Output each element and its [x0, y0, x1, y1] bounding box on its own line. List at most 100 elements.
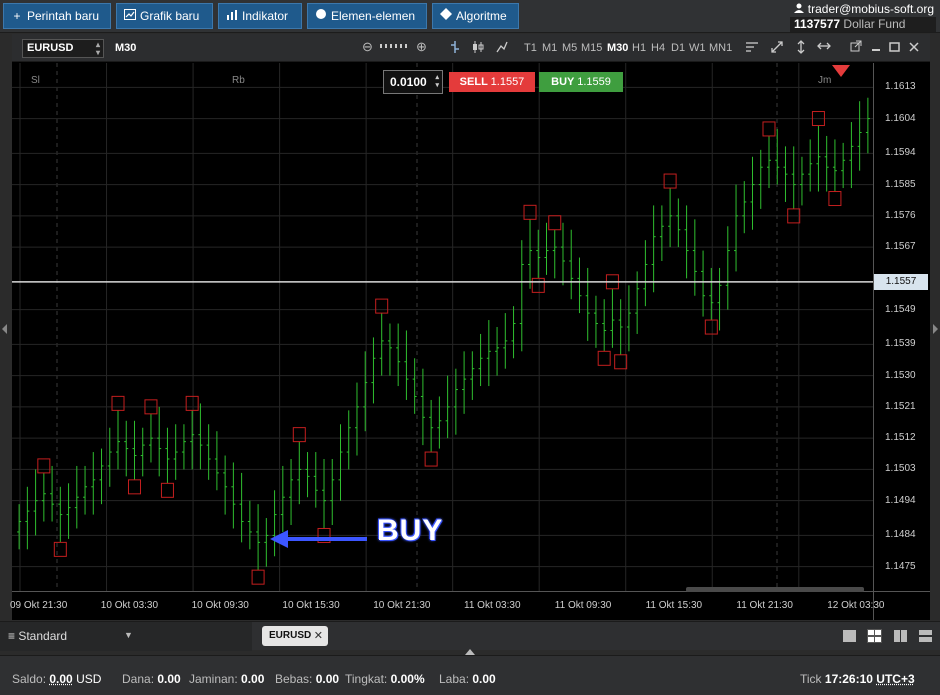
lot-size-input[interactable]: 0.0100 ▴ ▾	[383, 70, 443, 94]
user-email: trader@mobius-soft.org	[807, 2, 934, 16]
price-tick: 1.1567	[885, 241, 916, 253]
time-tick: 09 Okt 21:30	[10, 600, 68, 611]
buy-annotation: BUY	[377, 514, 444, 547]
fractal-low-marker	[160, 482, 174, 498]
spinner-icon[interactable]: ▴ ▾	[435, 74, 439, 90]
timeframe-m15[interactable]: M15	[581, 42, 602, 54]
timeframe-h4[interactable]: H4	[651, 42, 665, 54]
fractal-low-marker	[424, 451, 438, 467]
close-tab-icon[interactable]: ✕	[314, 626, 323, 646]
bar-type-icon[interactable]	[450, 40, 460, 57]
new-chart-button[interactable]: Grafik baru	[116, 3, 213, 29]
elements-button[interactable]: Elemen-elemen	[307, 3, 427, 29]
laba-value: 0.00	[472, 672, 496, 686]
maximize-icon[interactable]	[889, 40, 900, 55]
fractal-high-marker	[523, 204, 537, 220]
collapse-right-icon[interactable]	[933, 324, 938, 334]
tab-eurusd[interactable]: EURUSD ✕	[262, 626, 328, 646]
timeframe-m1[interactable]: M1	[542, 42, 557, 54]
clock-stat: Tick 17:26:10 UTC+3	[800, 672, 915, 686]
diamond-icon	[439, 4, 453, 28]
chart-icon	[123, 4, 137, 28]
timeframe-w1[interactable]: W1	[689, 42, 706, 54]
price-tick: 1.1594	[885, 147, 916, 159]
sell-label: SELL	[459, 76, 488, 88]
expand-panel-icon[interactable]	[465, 649, 475, 655]
fractal-high-marker	[375, 298, 389, 314]
indicators-button[interactable]: Indikator	[218, 3, 302, 29]
account-panel[interactable]: trader@mobius-soft.org 1137577 Dollar Fu…	[790, 1, 936, 32]
layout-rows-icon[interactable]	[918, 629, 933, 643]
fit-diagonal-icon[interactable]	[770, 40, 784, 57]
server-time: 17:26:10	[824, 672, 873, 686]
price-tick: 1.1585	[885, 178, 916, 190]
dana-label: Dana:	[122, 672, 155, 686]
candle-type-icon[interactable]	[472, 40, 484, 57]
price-tick: 1.1613	[885, 81, 916, 93]
algorithms-button[interactable]: Algoritme	[432, 3, 519, 29]
main-toolbar: + Perintah baru Grafik baru Indikator Ele…	[0, 0, 940, 33]
alert-marker	[832, 65, 850, 77]
price-tick: 1.1475	[885, 560, 916, 572]
menu-icon: ≡	[8, 629, 19, 643]
layout-grid-icon[interactable]	[867, 629, 882, 643]
zoom-slider[interactable]	[379, 40, 411, 55]
detach-icon[interactable]	[850, 40, 862, 55]
fractal-low-marker	[614, 354, 628, 370]
fund-row: 1137577 Dollar Fund	[790, 17, 936, 32]
timezone-selector[interactable]: UTC+3	[876, 672, 914, 686]
horizontal-fit-icon[interactable]	[817, 40, 831, 54]
fractal-low-marker	[597, 350, 611, 366]
jaminan-stat: Jaminan: 0.00	[189, 672, 264, 686]
tick-label: Tick	[800, 672, 822, 686]
laba-label: Laba:	[439, 672, 470, 686]
timeframe-m30[interactable]: M30	[607, 42, 628, 54]
indicator-settings-icon[interactable]	[745, 40, 759, 57]
buy-button[interactable]: BUY 1.1559	[539, 72, 623, 92]
zoom-out-icon[interactable]: ⊖	[362, 40, 373, 54]
time-tick: 10 Okt 21:30	[373, 600, 431, 611]
line-type-icon[interactable]	[496, 40, 508, 57]
new-order-button[interactable]: + Perintah baru	[3, 3, 111, 29]
fractal-low-marker	[53, 541, 67, 557]
timeframe-t1[interactable]: T1	[524, 42, 537, 54]
user-row: trader@mobius-soft.org	[794, 2, 934, 16]
workspace-selector[interactable]: ≡ Standard ▼	[0, 622, 252, 651]
timeframe-m5[interactable]: M5	[562, 42, 577, 54]
price-tick: 1.1530	[885, 369, 916, 381]
timeframe-d1[interactable]: D1	[671, 42, 685, 54]
fractal-low-marker	[251, 569, 265, 585]
price-chart[interactable]	[12, 63, 930, 620]
minimize-icon[interactable]	[871, 40, 881, 55]
saldo-stat: Saldo: 0.00 USD	[12, 672, 101, 686]
sell-button[interactable]: SELL 1.1557	[449, 72, 535, 92]
buy-arrow-head	[270, 530, 288, 548]
symbol-selector[interactable]: EURUSD ▴ ▾	[22, 39, 104, 58]
fractal-low-marker	[531, 277, 545, 293]
jaminan-label: Jaminan:	[189, 672, 238, 686]
zoom-in-icon[interactable]: ⊕	[416, 40, 427, 54]
horizontal-scrollbar[interactable]	[686, 587, 864, 592]
fractal-low-marker	[704, 319, 718, 335]
collapse-left-icon[interactable]	[2, 324, 7, 334]
price-tick: 1.1494	[885, 494, 916, 506]
vertical-fit-icon[interactable]	[796, 40, 806, 57]
close-icon[interactable]	[909, 40, 919, 55]
chevron-down-icon: ▼	[124, 630, 133, 640]
fund-id: 1137577	[794, 17, 841, 31]
workspace-name: ≡ Standard	[8, 629, 67, 643]
dana-stat: Dana: 0.00	[122, 672, 181, 686]
time-tick: 11 Okt 09:30	[554, 600, 612, 611]
chart-window: EURUSD ▴ ▾ M30 ⊖ ⊕ T1 M1 M5 M15 M30 H1 H…	[10, 34, 930, 620]
time-tick: 11 Okt 21:30	[736, 600, 793, 611]
layout-single-icon[interactable]	[842, 629, 857, 643]
fractal-high-marker	[37, 458, 51, 474]
timeframe-mn1[interactable]: MN1	[709, 42, 732, 54]
current-price-label: 1.1557	[874, 273, 928, 290]
fractal-high-marker	[762, 121, 776, 137]
layout-columns-icon[interactable]	[893, 629, 908, 643]
fractal-low-marker	[127, 479, 141, 495]
time-tick: 10 Okt 03:30	[100, 600, 159, 611]
tingkat-value: 0.00%	[390, 672, 425, 686]
timeframe-h1[interactable]: H1	[632, 42, 646, 54]
